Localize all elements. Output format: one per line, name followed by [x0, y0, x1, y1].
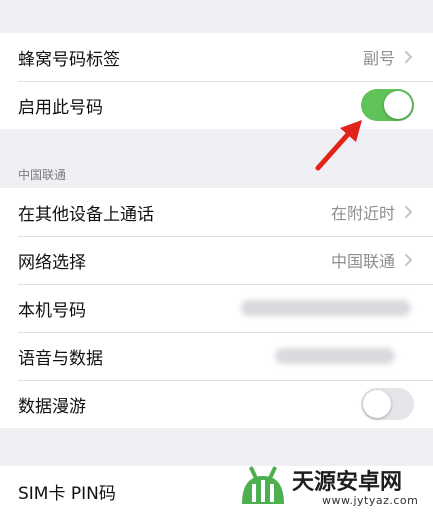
data-roaming-toggle[interactable]	[361, 388, 414, 420]
network-selection-label: 网络选择	[18, 252, 86, 273]
watermark-url: www.jytyaz.com	[322, 494, 419, 507]
calls-other-devices-value: 在附近时	[330, 204, 395, 223]
network-selection-value: 中国联通	[330, 252, 395, 271]
blurred-number-value	[241, 300, 411, 316]
voice-data-label: 语音与数据	[18, 348, 103, 369]
enable-number-label: 启用此号码	[18, 97, 103, 118]
cellular-settings-group: 蜂窝号码标签 副号 启用此号码	[0, 33, 433, 129]
cellular-label-value: 副号	[362, 49, 395, 68]
toggle-knob	[363, 390, 391, 418]
network-selection-row[interactable]: 网络选择 中国联通	[0, 236, 433, 284]
chevron-right-icon	[404, 205, 413, 219]
site-watermark: 天源安卓网 www.jytyaz.com	[238, 462, 428, 512]
toggle-knob	[384, 91, 412, 119]
calls-other-devices-row[interactable]: 在其他设备上通话 在附近时	[0, 188, 433, 236]
calls-other-devices-label: 在其他设备上通话	[18, 204, 154, 225]
enable-number-toggle[interactable]	[361, 89, 414, 121]
red-arrow-icon	[315, 120, 362, 171]
carrier-settings-group: 在其他设备上通话 在附近时 网络选择 中国联通 本机号码 语音与数据 数据漫游	[0, 188, 433, 428]
my-number-row[interactable]: 本机号码	[0, 284, 433, 332]
my-number-label: 本机号码	[18, 300, 86, 321]
watermark-name: 天源安卓网	[292, 470, 403, 495]
carrier-section-header: 中国联通	[18, 168, 67, 182]
data-roaming-label: 数据漫游	[18, 396, 86, 417]
data-roaming-row: 数据漫游	[0, 380, 433, 428]
cellular-label-row[interactable]: 蜂窝号码标签 副号	[0, 33, 433, 81]
sim-pin-label: SIM卡 PIN码	[18, 484, 116, 504]
voice-data-row[interactable]: 语音与数据	[0, 332, 433, 380]
chevron-right-icon	[404, 50, 413, 64]
watermark-logo-icon	[242, 466, 284, 504]
chevron-right-icon	[404, 253, 413, 267]
cellular-label-title: 蜂窝号码标签	[18, 49, 120, 70]
blurred-voice-data-value	[275, 348, 395, 364]
